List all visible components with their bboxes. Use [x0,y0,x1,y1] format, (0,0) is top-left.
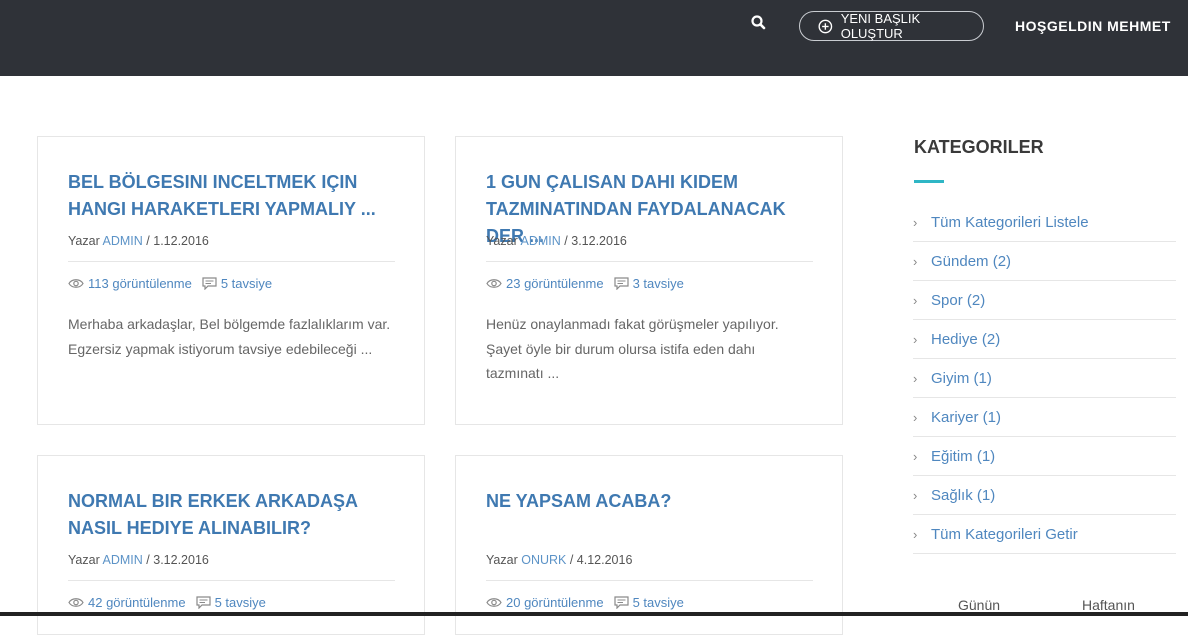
chevron-right-icon: › [913,214,918,230]
chevron-right-icon: › [913,526,918,542]
divider [68,261,395,262]
category-item[interactable]: › Eğitim (1) [913,437,1176,476]
recommend-count[interactable]: 3 tavsiye [633,276,684,291]
category-item[interactable]: › Tüm Kategorileri Listele [913,203,1176,242]
welcome-user-menu[interactable]: HOŞGELDIN MEHMET [1015,18,1171,34]
comment-icon [202,277,217,290]
view-count[interactable]: 20 görüntülenme [506,595,604,610]
comment-icon [613,596,629,609]
post-stats: 113 görüntülenme 5 tavsiye [68,276,272,291]
author-link[interactable]: ADMIN [103,553,143,567]
divider [486,580,813,581]
post-card: 1 GUN ÇALISAN DAHI KIDEM TAZMINATINDAN F… [455,136,843,425]
category-label: Spor (2) [931,291,986,309]
eye-icon [486,598,502,607]
post-meta: Yazar ONURK / 4.12.2016 [486,553,632,567]
post-title[interactable]: NE YAPSAM ACABA? [486,488,816,515]
post-date: / 3.12.2016 [146,553,209,567]
recommend-count[interactable]: 5 tavsiye [221,276,272,291]
author-prefix: Yazar [486,234,518,248]
tab-weekly[interactable]: Haftanın [1082,597,1135,613]
author-link[interactable]: ADMIN [521,234,561,248]
post-card: NORMAL BIR ERKEK ARKADAŞA NASIL HEDIYE A… [37,455,425,635]
post-stats: 42 görüntülenme 5 tavsiye [68,595,266,610]
view-count[interactable]: 42 görüntülenme [88,595,186,610]
post-date: / 4.12.2016 [569,553,633,567]
chevron-right-icon: › [913,409,918,425]
author-prefix: Yazar [68,234,100,248]
chevron-right-icon: › [913,292,918,308]
category-item[interactable]: › Hediye (2) [913,320,1176,359]
new-topic-label: YENI BAŞLIK OLUŞTUR [840,11,921,41]
post-title[interactable]: BEL BÖLGESINI INCELTMEK IÇIN HANGI HARAK… [68,169,398,223]
post-date: / 3.12.2016 [564,234,627,248]
category-item[interactable]: › Sağlık (1) [913,476,1176,515]
author-prefix: Yazar [486,553,518,567]
view-count[interactable]: 113 görüntülenme [88,276,192,291]
post-card: NE YAPSAM ACABA? Yazar ONURK / 4.12.2016… [455,455,843,635]
author-prefix: Yazar [68,553,100,567]
view-count[interactable]: 23 görüntülenme [506,276,604,291]
category-label: Eğitim (1) [931,447,996,465]
post-excerpt: Merhaba arkadaşlar, Bel bölgemde fazlalı… [68,316,391,357]
divider [68,580,395,581]
post-date: / 1.12.2016 [146,234,209,248]
category-label: Giyim (1) [931,369,992,387]
author-link[interactable]: ADMIN [103,234,143,248]
category-item[interactable]: › Gündem (2) [913,242,1176,281]
top-navbar: YENI BAŞLIK OLUŞTUR HOŞGELDIN MEHMET [0,0,1188,76]
post-stats: 20 görüntülenme 5 tavsiye [486,595,684,610]
tab-daily[interactable]: Günün [958,597,1000,613]
category-label: Tüm Kategorileri Listele [931,213,1089,231]
category-label: Hediye (2) [931,330,1001,348]
category-item[interactable]: › Kariyer (1) [913,398,1176,437]
categories-title: KATEGORILER [914,137,1044,157]
new-topic-button[interactable]: YENI BAŞLIK OLUŞTUR [799,11,984,41]
category-label: Tüm Kategorileri Getir [931,525,1078,543]
post-meta: Yazar ADMIN / 3.12.2016 [486,234,627,248]
category-label: Sağlık (1) [931,486,996,504]
plus-circle-icon [818,19,833,33]
category-label: Kariyer (1) [931,408,1002,426]
chevron-right-icon: › [913,331,918,347]
category-label: Gündem (2) [931,252,1012,270]
post-excerpt: Henüz onaylanmadı fakat görüşmeler yapıl… [486,316,779,381]
author-link[interactable]: ONURK [521,553,566,567]
post-meta: Yazar ADMIN / 3.12.2016 [68,553,209,567]
post-stats: 23 görüntülenme 3 tavsiye [486,276,684,291]
bottom-edge-bar [0,612,1188,616]
title-accent-bar [914,180,944,183]
eye-icon [68,598,84,607]
chevron-right-icon: › [913,253,918,269]
post-title[interactable]: NORMAL BIR ERKEK ARKADAŞA NASIL HEDIYE A… [68,488,398,542]
recommend-count[interactable]: 5 tavsiye [215,595,266,610]
category-item[interactable]: › Tüm Kategorileri Getir [913,515,1176,554]
eye-icon [486,279,502,288]
chevron-right-icon: › [913,370,918,386]
chevron-right-icon: › [913,487,918,503]
post-meta: Yazar ADMIN / 1.12.2016 [68,234,209,248]
category-list: › Tüm Kategorileri Listele › Gündem (2) › S… [913,203,1176,554]
chevron-right-icon: › [913,448,918,464]
search-icon[interactable] [750,14,768,32]
divider [486,261,813,262]
eye-icon [68,279,84,288]
comment-icon [613,277,629,290]
post-card: BEL BÖLGESINI INCELTMEK IÇIN HANGI HARAK… [37,136,425,425]
comment-icon [195,596,211,609]
category-item[interactable]: › Giyim (1) [913,359,1176,398]
recommend-count[interactable]: 5 tavsiye [633,595,684,610]
category-item[interactable]: › Spor (2) [913,281,1176,320]
